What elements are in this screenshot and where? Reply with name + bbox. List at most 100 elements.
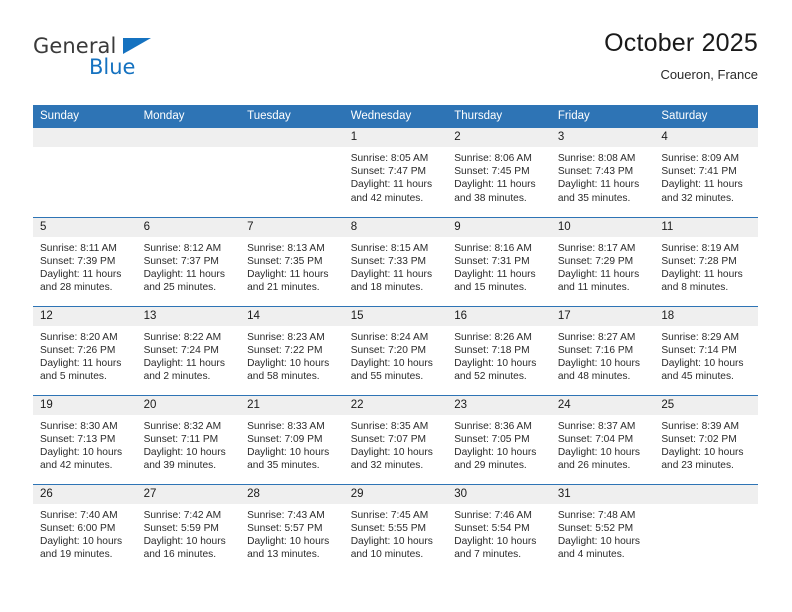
- calendar-table: Sunday Monday Tuesday Wednesday Thursday Frid…: [33, 105, 758, 573]
- calendar-day-cell-empty: [240, 128, 344, 217]
- calendar-day-cell[interactable]: 3 Sunrise: 8:08 AM Sunset: 7:43 PM Daylight…: [550, 128, 655, 217]
- day-number: 19: [33, 395, 137, 415]
- calendar-day-cell[interactable]: 2 Sunrise: 8:06 AM Sunset: 7:45 PM Daylight…: [447, 128, 551, 217]
- weekday-header-sunday: Sunday: [33, 105, 137, 128]
- sun-info-daylight-line2: and 28 minutes.: [40, 282, 113, 294]
- calendar-day-cell[interactable]: 24 Sunrise: 8:37 AM Sunset: 7:04 PM Dayligh…: [550, 394, 655, 484]
- calendar-day-cell[interactable]: 10 Sunrise: 8:17 AM Sunset: 7:29 PM Dayligh…: [550, 216, 655, 306]
- sun-info-daylight-line1: Daylight: 10 hours: [454, 446, 537, 458]
- sun-info-sunrise: Sunrise: 7:45 AM: [350, 509, 429, 521]
- sun-info-daylight-line2: and 15 minutes.: [454, 282, 527, 294]
- calendar-day-cell-empty: [654, 483, 758, 573]
- day-number: 2: [447, 128, 551, 147]
- general-blue-logo[interactable]: General Blue: [33, 34, 203, 88]
- sun-info-sunrise: Sunrise: 8:39 AM: [661, 420, 739, 432]
- sun-info-sunrise: Sunrise: 8:15 AM: [350, 242, 429, 254]
- calendar-day-cell[interactable]: 7 Sunrise: 8:13 AM Sunset: 7:35 PM Daylight…: [240, 216, 344, 306]
- calendar-day-cell[interactable]: 6 Sunrise: 8:12 AM Sunset: 7:37 PM Daylight…: [136, 216, 241, 306]
- calendar-day-cell[interactable]: 12 Sunrise: 8:20 AM Sunset: 7:26 PM Dayligh…: [33, 305, 137, 395]
- day-number: 4: [654, 128, 758, 147]
- calendar-day-cell[interactable]: 5 Sunrise: 8:11 AM Sunset: 7:39 PM Daylight…: [33, 216, 137, 306]
- sun-info: Sunrise: 8:37 AM Sunset: 7:04 PM Daylight:…: [551, 415, 655, 473]
- calendar-day-cell[interactable]: 26 Sunrise: 7:40 AM Sunset: 6:00 PM Dayligh…: [33, 483, 137, 573]
- sun-info: Sunrise: 8:09 AM Sunset: 7:41 PM Daylight:…: [654, 147, 758, 205]
- calendar-day-cell[interactable]: 1 Sunrise: 8:05 AM Sunset: 7:47 PM Daylight…: [343, 128, 448, 217]
- day-number: [136, 128, 241, 147]
- day-number: [654, 484, 758, 504]
- sun-info: Sunrise: 8:13 AM Sunset: 7:35 PM Daylight:…: [240, 237, 344, 295]
- calendar-day-cell[interactable]: 13 Sunrise: 8:22 AM Sunset: 7:24 PM Dayligh…: [136, 305, 241, 395]
- sun-info-sunset: Sunset: 7:07 PM: [350, 433, 427, 445]
- sun-info-daylight-line2: and 4 minutes.: [557, 549, 625, 561]
- calendar-day-cell[interactable]: 23 Sunrise: 8:36 AM Sunset: 7:05 PM Dayligh…: [447, 394, 551, 484]
- day-number: 1: [343, 128, 448, 147]
- triangle-flag-icon: [123, 38, 151, 54]
- sun-info-daylight-line2: and 42 minutes.: [350, 192, 424, 204]
- calendar-day-cell[interactable]: 19 Sunrise: 8:30 AM Sunset: 7:13 PM Dayligh…: [33, 394, 137, 484]
- sun-info-sunset: Sunset: 6:00 PM: [40, 522, 116, 534]
- sun-info-sunset: Sunset: 5:54 PM: [454, 522, 530, 534]
- calendar-body: 1 Sunrise: 8:05 AM Sunset: 7:47 PM Daylight…: [33, 128, 758, 573]
- sun-info: Sunrise: 7:46 AM Sunset: 5:54 PM Daylight:…: [447, 504, 551, 562]
- calendar-day-cell[interactable]: 15 Sunrise: 8:24 AM Sunset: 7:20 PM Dayligh…: [343, 305, 448, 395]
- sun-info: Sunrise: 8:17 AM Sunset: 7:29 PM Daylight:…: [551, 237, 655, 295]
- sun-info-sunset: Sunset: 7:39 PM: [40, 255, 116, 267]
- calendar-day-cell[interactable]: 31 Sunrise: 7:48 AM Sunset: 5:52 PM Dayligh…: [550, 483, 655, 573]
- weekday-header-wednesday: Wednesday: [343, 105, 448, 128]
- sun-info: Sunrise: 8:15 AM Sunset: 7:33 PM Daylight:…: [344, 237, 448, 295]
- sun-info-daylight-line2: and 11 minutes.: [557, 282, 630, 294]
- sun-info-sunrise: Sunrise: 8:29 AM: [661, 331, 739, 343]
- sun-info-sunrise: Sunrise: 8:20 AM: [40, 331, 118, 343]
- calendar-day-cell[interactable]: 16 Sunrise: 8:26 AM Sunset: 7:18 PM Dayligh…: [447, 305, 551, 395]
- sun-info-sunset: Sunset: 7:41 PM: [661, 166, 737, 178]
- calendar-day-cell[interactable]: 25 Sunrise: 8:39 AM Sunset: 7:02 PM Dayligh…: [654, 394, 758, 484]
- calendar-day-cell[interactable]: 4 Sunrise: 8:09 AM Sunset: 7:41 PM Daylight…: [654, 128, 758, 217]
- day-number: 25: [654, 395, 758, 415]
- sun-info: Sunrise: 8:24 AM Sunset: 7:20 PM Daylight:…: [344, 326, 448, 384]
- sun-info: Sunrise: 8:30 AM Sunset: 7:13 PM Daylight:…: [33, 415, 137, 473]
- logo-text-blue: Blue: [89, 55, 136, 79]
- calendar-day-cell[interactable]: 14 Sunrise: 8:23 AM Sunset: 7:22 PM Dayligh…: [240, 305, 344, 395]
- calendar-day-cell[interactable]: 17 Sunrise: 8:27 AM Sunset: 7:16 PM Dayligh…: [550, 305, 655, 395]
- sun-info-sunrise: Sunrise: 8:11 AM: [40, 242, 117, 254]
- sun-info-daylight-line2: and 29 minutes.: [454, 460, 527, 472]
- sun-info-daylight-line2: and 35 minutes.: [247, 460, 320, 472]
- calendar-day-cell[interactable]: 18 Sunrise: 8:29 AM Sunset: 7:14 PM Dayligh…: [654, 305, 758, 395]
- weekday-header-thursday: Thursday: [447, 105, 551, 128]
- sun-info: Sunrise: 8:08 AM Sunset: 7:43 PM Daylight:…: [551, 147, 655, 205]
- calendar-day-cell[interactable]: 21 Sunrise: 8:33 AM Sunset: 7:09 PM Dayligh…: [240, 394, 344, 484]
- sun-info-daylight-line2: and 5 minutes.: [40, 371, 107, 383]
- sun-info-daylight-line1: Daylight: 10 hours: [350, 357, 433, 369]
- sun-info-daylight-line2: and 23 minutes.: [661, 460, 734, 472]
- sun-info-daylight-line2: and 16 minutes.: [143, 549, 217, 561]
- sun-info-sunrise: Sunrise: 8:35 AM: [350, 420, 429, 432]
- calendar-day-cell[interactable]: 9 Sunrise: 8:16 AM Sunset: 7:31 PM Daylight…: [447, 216, 551, 306]
- sun-info-sunset: Sunset: 5:57 PM: [247, 522, 323, 534]
- day-number: 22: [343, 395, 448, 415]
- calendar-day-cell[interactable]: 28 Sunrise: 7:43 AM Sunset: 5:57 PM Dayligh…: [240, 483, 344, 573]
- calendar-week-row: 26 Sunrise: 7:40 AM Sunset: 6:00 PM Dayligh…: [33, 483, 758, 573]
- calendar-day-cell[interactable]: 30 Sunrise: 7:46 AM Sunset: 5:54 PM Dayligh…: [447, 483, 551, 573]
- sun-info-daylight-line1: Daylight: 11 hours: [557, 179, 640, 191]
- calendar-day-cell[interactable]: 22 Sunrise: 8:35 AM Sunset: 7:07 PM Dayligh…: [343, 394, 448, 484]
- sun-info: Sunrise: 8:12 AM Sunset: 7:37 PM Daylight:…: [137, 237, 241, 295]
- sun-info-daylight-line2: and 35 minutes.: [557, 192, 631, 204]
- sun-info-sunset: Sunset: 7:04 PM: [557, 433, 634, 445]
- calendar-grid: Sunday Monday Tuesday Wednesday Thursday Frid…: [33, 105, 758, 573]
- calendar-day-cell[interactable]: 29 Sunrise: 7:45 AM Sunset: 5:55 PM Dayligh…: [343, 483, 448, 573]
- sun-info-sunset: Sunset: 7:13 PM: [40, 433, 116, 445]
- title-block: October 2025 Coueron, France: [604, 28, 758, 83]
- sun-info: Sunrise: 8:05 AM Sunset: 7:47 PM Daylight:…: [344, 147, 448, 205]
- sun-info-daylight-line2: and 19 minutes.: [40, 549, 113, 561]
- day-number: 21: [240, 395, 344, 415]
- calendar-page: General Blue October 2025 Coueron, Franc…: [0, 0, 792, 612]
- calendar-day-cell[interactable]: 20 Sunrise: 8:32 AM Sunset: 7:11 PM Dayligh…: [136, 394, 241, 484]
- calendar-day-cell[interactable]: 27 Sunrise: 7:42 AM Sunset: 5:59 PM Dayligh…: [136, 483, 241, 573]
- calendar-day-cell[interactable]: 11 Sunrise: 8:19 AM Sunset: 7:28 PM Dayligh…: [654, 216, 758, 306]
- day-number: 10: [550, 217, 655, 237]
- sun-info-sunrise: Sunrise: 8:19 AM: [661, 242, 739, 254]
- day-number: 3: [550, 128, 655, 147]
- calendar-day-cell[interactable]: 8 Sunrise: 8:15 AM Sunset: 7:33 PM Daylight…: [343, 216, 448, 306]
- sun-info: Sunrise: 8:11 AM Sunset: 7:39 PM Daylight:…: [33, 237, 137, 295]
- sun-info-daylight-line1: Daylight: 10 hours: [350, 535, 433, 547]
